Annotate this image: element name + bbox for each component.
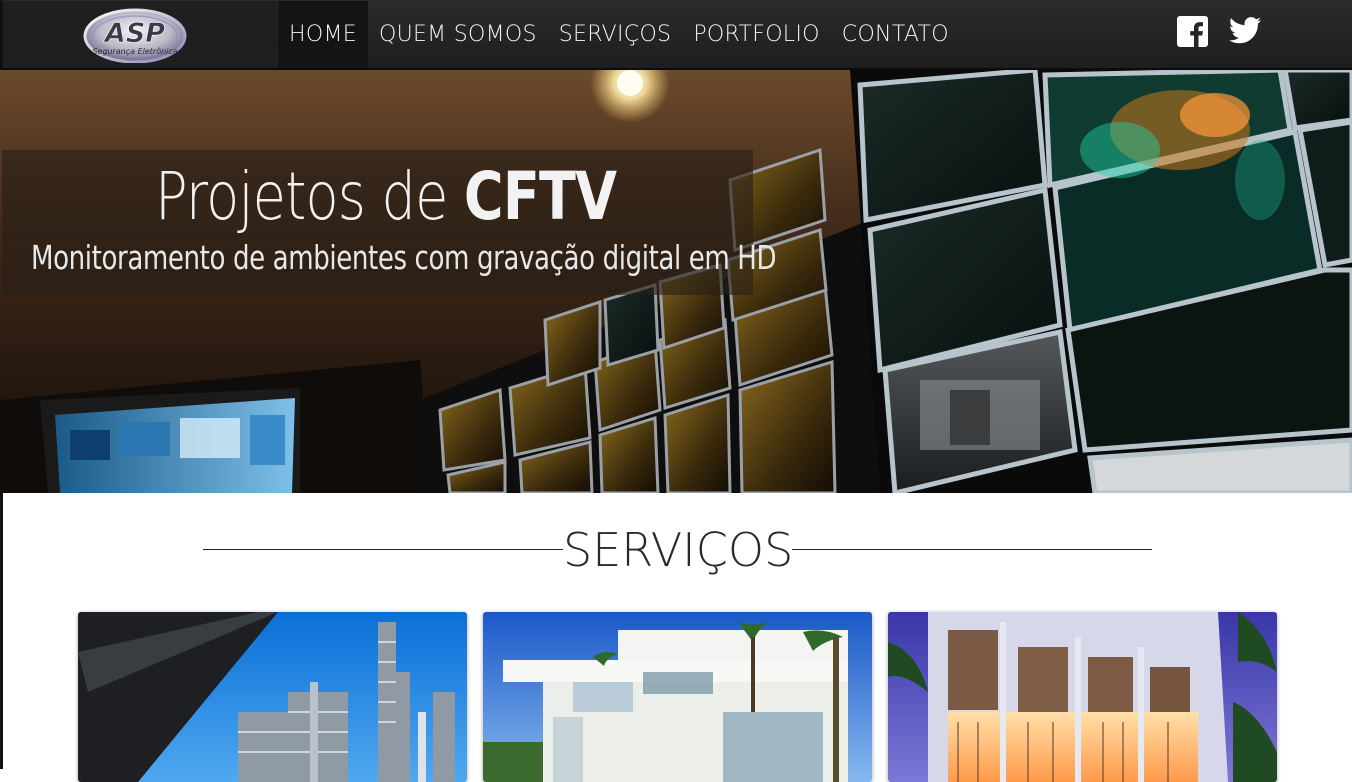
hero-subtitle: Monitoramento de ambientes com gravação … [31, 238, 777, 277]
top-navbar: ASP Segurança Eletrônica HOME QUEM SOMOS… [0, 0, 1352, 769]
asp-logo[interactable]: ASP Segurança Eletrônica [81, 5, 189, 63]
main-menu: HOME QUEM SOMOS SERVIÇOS PORTFOLIO CONTA… [278, 1, 960, 68]
commercial-building-photo [888, 612, 1277, 782]
service-card-commercial[interactable] [888, 612, 1277, 782]
heading-rule-right [792, 549, 1152, 550]
nav-item-portfolio[interactable]: PORTFOLIO [682, 1, 830, 68]
svg-text:Segurança Eletrônica: Segurança Eletrônica [92, 46, 177, 56]
service-card-industrial[interactable] [78, 612, 467, 782]
industrial-plant-photo [78, 612, 467, 782]
svg-text:ASP: ASP [103, 18, 165, 49]
nav-item-servicos[interactable]: SERVIÇOS [548, 1, 683, 68]
nav-item-quem-somos[interactable]: QUEM SOMOS [368, 1, 548, 68]
nav-item-contato[interactable]: CONTATO [831, 1, 960, 68]
hero-title: Projetos de CFTV [155, 158, 617, 235]
services-section-header: SERVIÇOS [203, 522, 1153, 578]
twitter-icon[interactable] [1228, 16, 1262, 46]
nav-item-home[interactable]: HOME [278, 1, 368, 68]
logo-container[interactable]: ASP Segurança Eletrônica [3, 1, 277, 68]
white-residence-photo [483, 612, 872, 782]
services-heading: SERVIÇOS [563, 523, 794, 577]
hero-banner[interactable]: Projetos de CFTV Monitoramento de ambien… [0, 70, 1352, 493]
service-card-residential[interactable] [483, 612, 872, 782]
heading-rule-left [203, 549, 563, 550]
facebook-icon[interactable] [1177, 16, 1208, 47]
